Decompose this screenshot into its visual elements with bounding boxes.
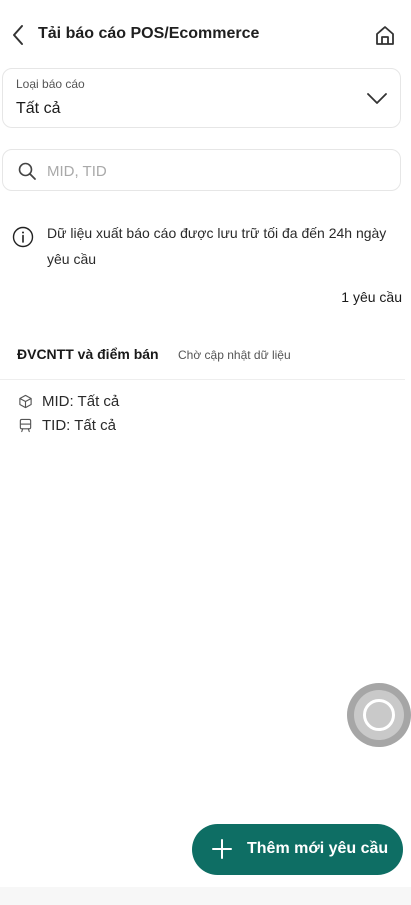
request-mid: MID: Tất cả — [42, 393, 120, 410]
report-type-label: Loại báo cáo — [16, 77, 85, 91]
divider — [0, 379, 405, 380]
pos-terminal-icon — [17, 418, 33, 434]
floating-assistive-button[interactable] — [347, 683, 411, 747]
home-icon — [376, 26, 394, 45]
request-tid: TID: Tất cả — [42, 417, 116, 434]
report-type-value: Tất cả — [16, 100, 61, 117]
request-count: 1 yêu cầu — [341, 289, 402, 305]
back-button[interactable] — [6, 21, 30, 49]
plus-icon — [212, 839, 232, 859]
request-tid-row: TID: Tất cả — [17, 417, 116, 434]
info-icon — [12, 226, 34, 248]
floating-button-inner-ring — [363, 699, 395, 731]
search-box[interactable] — [2, 149, 401, 191]
bottom-bar — [0, 887, 411, 905]
app-header: Tải báo cáo POS/Ecommerce — [0, 0, 411, 70]
info-text: Dữ liệu xuất báo cáo được lưu trữ tối đa… — [47, 225, 387, 267]
report-type-select[interactable]: Loại báo cáo Tất cả — [2, 68, 401, 128]
request-title: ĐVCNTT và điểm bán — [17, 346, 159, 362]
add-request-label: Thêm mới yêu cầu — [247, 840, 389, 857]
search-icon — [18, 162, 36, 180]
page-title: Tải báo cáo POS/Ecommerce — [38, 25, 260, 42]
add-request-button[interactable]: Thêm mới yêu cầu — [192, 824, 403, 875]
chevron-down-icon — [367, 93, 387, 104]
request-status: Chờ cập nhật dữ liệu — [178, 348, 291, 362]
cube-icon — [17, 394, 33, 410]
request-mid-row: MID: Tất cả — [17, 393, 119, 410]
search-input[interactable] — [47, 158, 387, 184]
chevron-left-icon — [13, 25, 23, 45]
home-button[interactable] — [372, 22, 398, 48]
